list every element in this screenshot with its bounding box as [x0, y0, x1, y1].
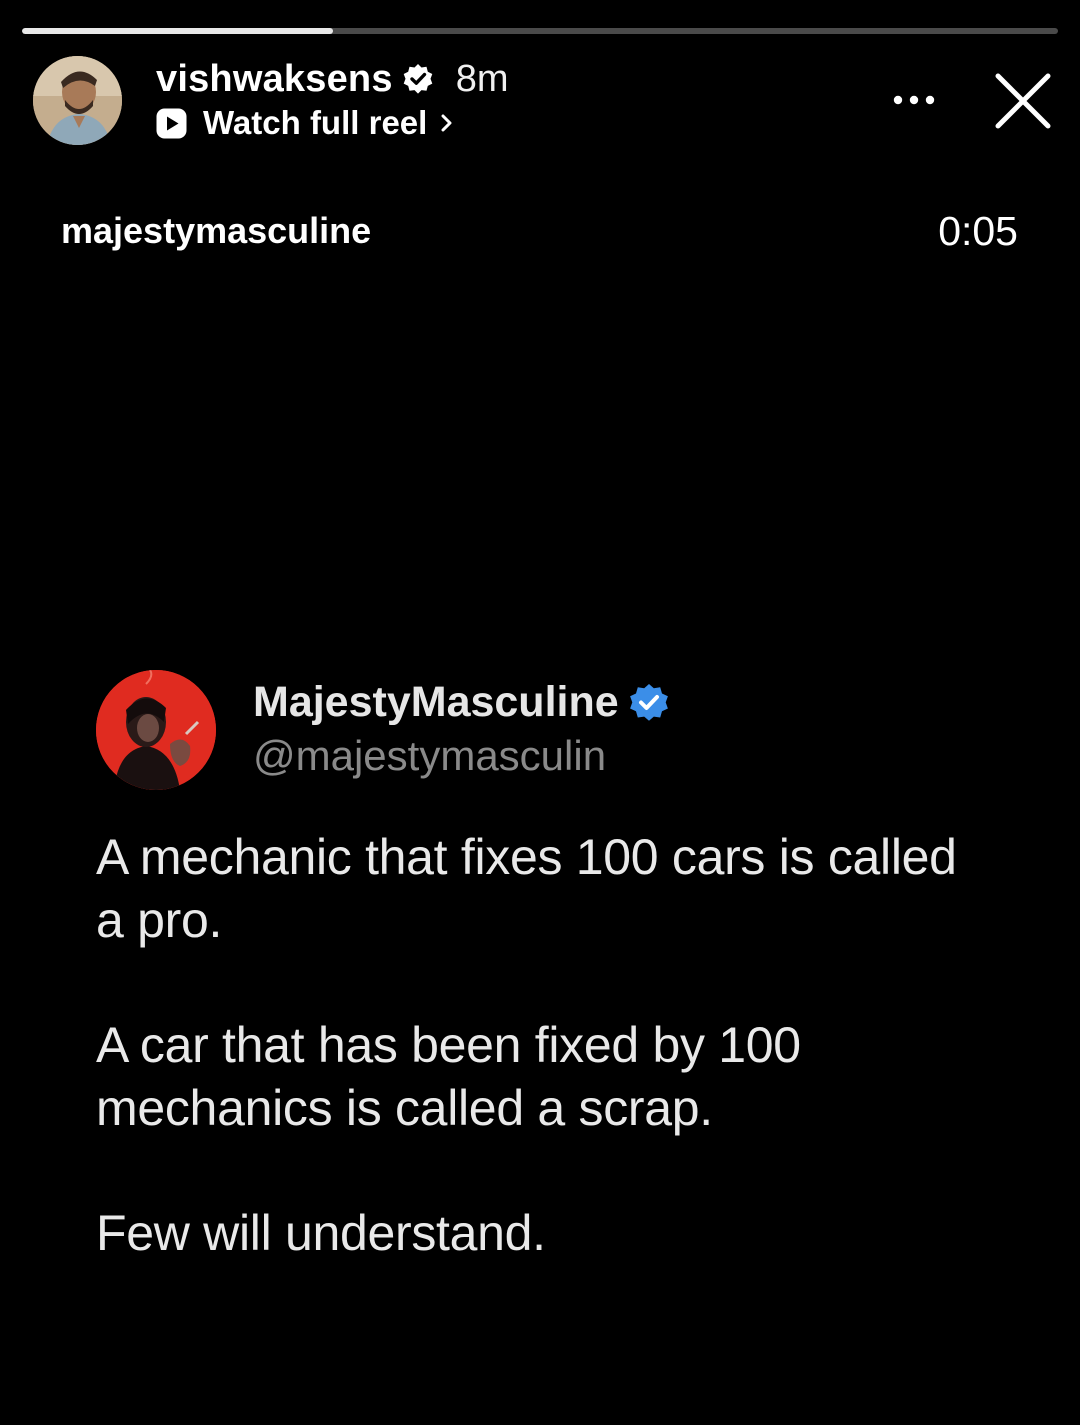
chevron-right-icon — [439, 111, 455, 135]
avatar[interactable] — [33, 56, 122, 145]
watch-full-reel-link[interactable]: Watch full reel — [156, 102, 455, 144]
watch-full-reel-label: Watch full reel — [203, 104, 428, 141]
tweet-text: A mechanic that fixes 100 cars is called… — [96, 826, 996, 1327]
post-time: 8m — [455, 57, 509, 100]
verified-badge-icon — [402, 63, 434, 95]
tweet-paragraph: Few will understand. — [96, 1205, 546, 1261]
more-options-button[interactable] — [888, 82, 940, 118]
story-viewer: vishwaksens 8m Watch full reel majestyma… — [0, 0, 1080, 1425]
verified-badge-icon — [627, 680, 671, 724]
tweet-paragraph: A car that has been fixed by 100 mechani… — [96, 1017, 801, 1136]
tweet-author-avatar — [96, 670, 216, 790]
story-progress-fill — [22, 28, 333, 34]
close-icon — [995, 73, 1051, 129]
tweet-handle: @majestymasculin — [253, 732, 607, 779]
story-author: vishwaksens 8m — [156, 56, 508, 102]
tweet-display-name: MajestyMasculine — [253, 677, 619, 726]
tweet-paragraph: A mechanic that fixes 100 cars is called… — [96, 829, 957, 948]
close-button[interactable] — [992, 70, 1054, 132]
play-icon — [156, 108, 187, 139]
tweet-author: MajestyMasculine — [253, 676, 671, 728]
more-horizontal-icon — [893, 95, 935, 105]
story-progress-bar — [22, 28, 1058, 34]
video-timestamp: 0:05 — [938, 208, 1018, 254]
reel-source-account[interactable]: majestymasculine — [61, 210, 371, 252]
username[interactable]: vishwaksens — [156, 58, 393, 101]
